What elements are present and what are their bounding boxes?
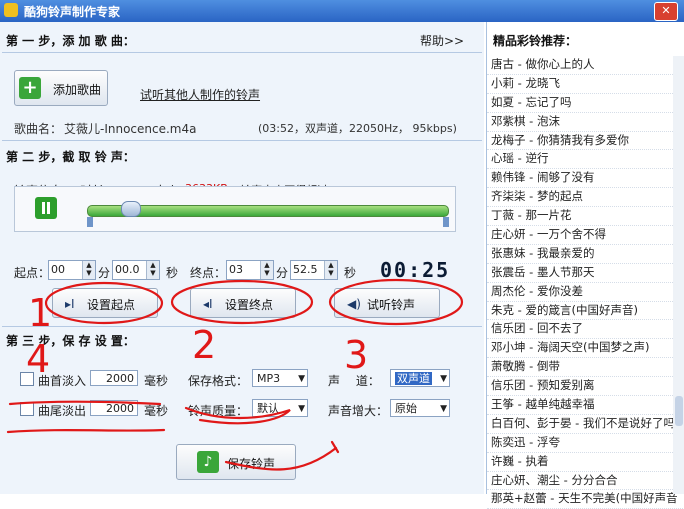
annotation-number-4: 4 [26,337,50,381]
annotation-number-2: 2 [192,323,216,367]
annotation-number-1: 1 [28,291,52,335]
annotation-curve-save [224,446,338,471]
annotation-underline-fade [8,400,162,406]
annotation-scribble-quality [184,406,291,425]
annotation-underline-fade-out [6,428,166,434]
annotation-circle-set-end [170,279,314,325]
annotation-number-3: 3 [344,333,368,377]
annotation-circle-set-start [44,281,164,325]
annotation-circle-preview [328,278,464,326]
hand-annotations: 1 2 3 4 [6,278,464,471]
